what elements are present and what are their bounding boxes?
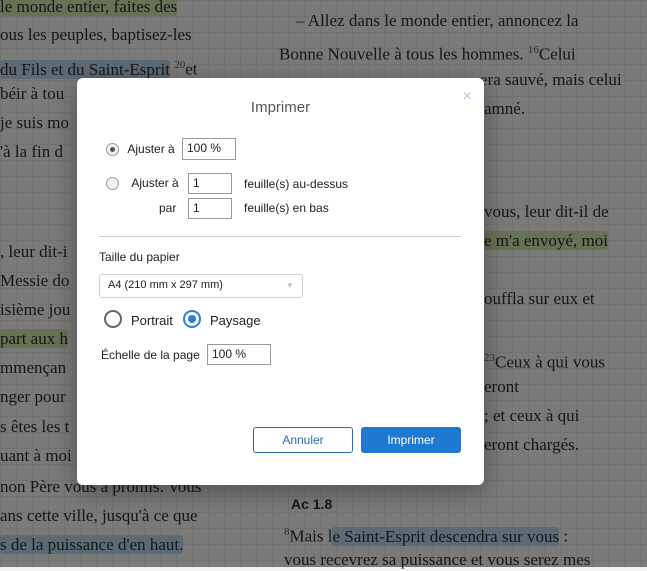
portrait-label[interactable]: Portrait bbox=[131, 313, 173, 328]
print-button[interactable]: Imprimer bbox=[361, 427, 461, 453]
section-divider bbox=[99, 236, 461, 237]
fit-pages-label: Ajuster à bbox=[131, 176, 179, 190]
fit-pages-radio[interactable] bbox=[106, 177, 119, 191]
paper-size-select[interactable]: A4 (210 mm x 297 mm) ▾ bbox=[99, 274, 303, 298]
chevron-down-icon: ▾ bbox=[287, 280, 292, 290]
pages-tall-label: par bbox=[159, 201, 177, 215]
page-scale-label: Échelle de la page bbox=[101, 348, 200, 362]
dialog-title: Imprimer bbox=[250, 99, 311, 116]
fit-percent-input[interactable]: 100 % bbox=[182, 138, 236, 160]
cancel-button[interactable]: Annuler bbox=[253, 427, 353, 453]
paper-size-value: A4 (210 mm x 297 mm) bbox=[108, 279, 223, 291]
page-scale-input[interactable]: 100 % bbox=[207, 344, 271, 365]
fit-percent-label: Ajuster à bbox=[127, 142, 175, 156]
fit-pages-option[interactable]: Ajuster à bbox=[106, 176, 179, 191]
close-icon[interactable]: × bbox=[463, 88, 472, 106]
paper-size-label: Taille du papier bbox=[99, 250, 180, 264]
print-dialog: Imprimer × Ajuster à 100 % Ajuster à 1 f… bbox=[77, 78, 484, 485]
pages-tall-suffix: feuille(s) en bas bbox=[244, 201, 329, 215]
fit-percent-radio[interactable] bbox=[106, 143, 119, 157]
pages-tall-input[interactable]: 1 bbox=[188, 198, 232, 219]
landscape-radio[interactable] bbox=[183, 310, 201, 328]
pages-wide-suffix: feuille(s) au-dessus bbox=[244, 177, 349, 191]
pages-wide-input[interactable]: 1 bbox=[188, 173, 232, 194]
portrait-radio[interactable] bbox=[104, 310, 122, 328]
fit-percent-option[interactable]: Ajuster à bbox=[106, 142, 175, 157]
landscape-label[interactable]: Paysage bbox=[210, 313, 261, 328]
